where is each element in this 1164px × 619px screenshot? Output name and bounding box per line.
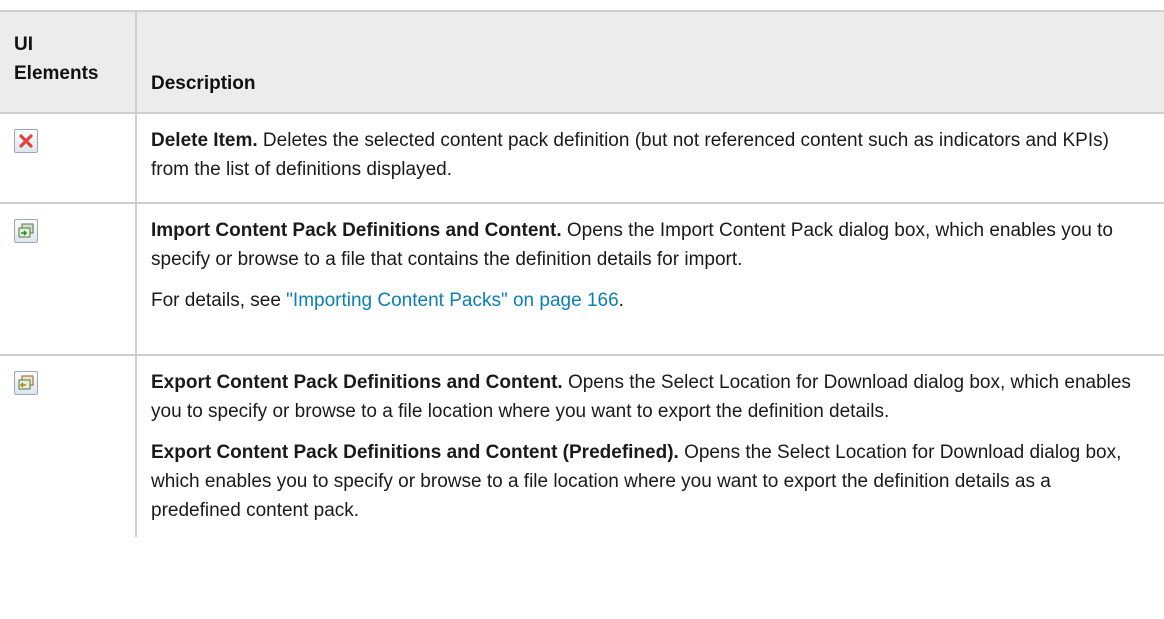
description-paragraph: Export Content Pack Definitions and Cont… bbox=[151, 438, 1144, 525]
description-paragraph: Delete Item. Deletes the selected conten… bbox=[151, 126, 1144, 184]
ui-elements-table: UI Elements Description Delete Item. Del… bbox=[0, 10, 1164, 537]
details-suffix: . bbox=[618, 290, 624, 311]
description-paragraph: Export Content Pack Definitions and Cont… bbox=[151, 368, 1144, 426]
icon-cell bbox=[0, 204, 137, 354]
table-row: Delete Item. Deletes the selected conten… bbox=[0, 114, 1164, 204]
header-ui-elements-line2: Elements bbox=[14, 63, 99, 84]
icon-cell bbox=[0, 114, 137, 202]
importing-content-packs-link[interactable]: "Importing Content Packs" on page 166 bbox=[286, 290, 618, 311]
header-ui-elements-line1: UI bbox=[14, 34, 33, 55]
delete-icon bbox=[14, 129, 38, 153]
element-title: Import Content Pack Definitions and Cont… bbox=[151, 220, 562, 241]
element-title: Export Content Pack Definitions and Cont… bbox=[151, 442, 679, 463]
description-paragraph: Import Content Pack Definitions and Cont… bbox=[151, 216, 1144, 274]
header-description: Description bbox=[137, 12, 1164, 112]
element-title: Delete Item. bbox=[151, 130, 258, 151]
import-icon bbox=[14, 219, 38, 243]
export-icon bbox=[14, 371, 38, 395]
icon-cell bbox=[0, 356, 137, 537]
header-ui-elements: UI Elements bbox=[0, 12, 137, 112]
table-row: Export Content Pack Definitions and Cont… bbox=[0, 356, 1164, 537]
table-header-row: UI Elements Description bbox=[0, 12, 1164, 114]
details-paragraph: For details, see "Importing Content Pack… bbox=[151, 286, 1144, 315]
description-cell: Import Content Pack Definitions and Cont… bbox=[137, 204, 1164, 354]
element-title: Export Content Pack Definitions and Cont… bbox=[151, 372, 563, 393]
description-cell: Delete Item. Deletes the selected conten… bbox=[137, 114, 1164, 202]
details-prefix: For details, see bbox=[151, 290, 287, 311]
element-text: Deletes the selected content pack defini… bbox=[151, 130, 1109, 180]
description-cell: Export Content Pack Definitions and Cont… bbox=[137, 356, 1164, 537]
table-row: Import Content Pack Definitions and Cont… bbox=[0, 204, 1164, 356]
